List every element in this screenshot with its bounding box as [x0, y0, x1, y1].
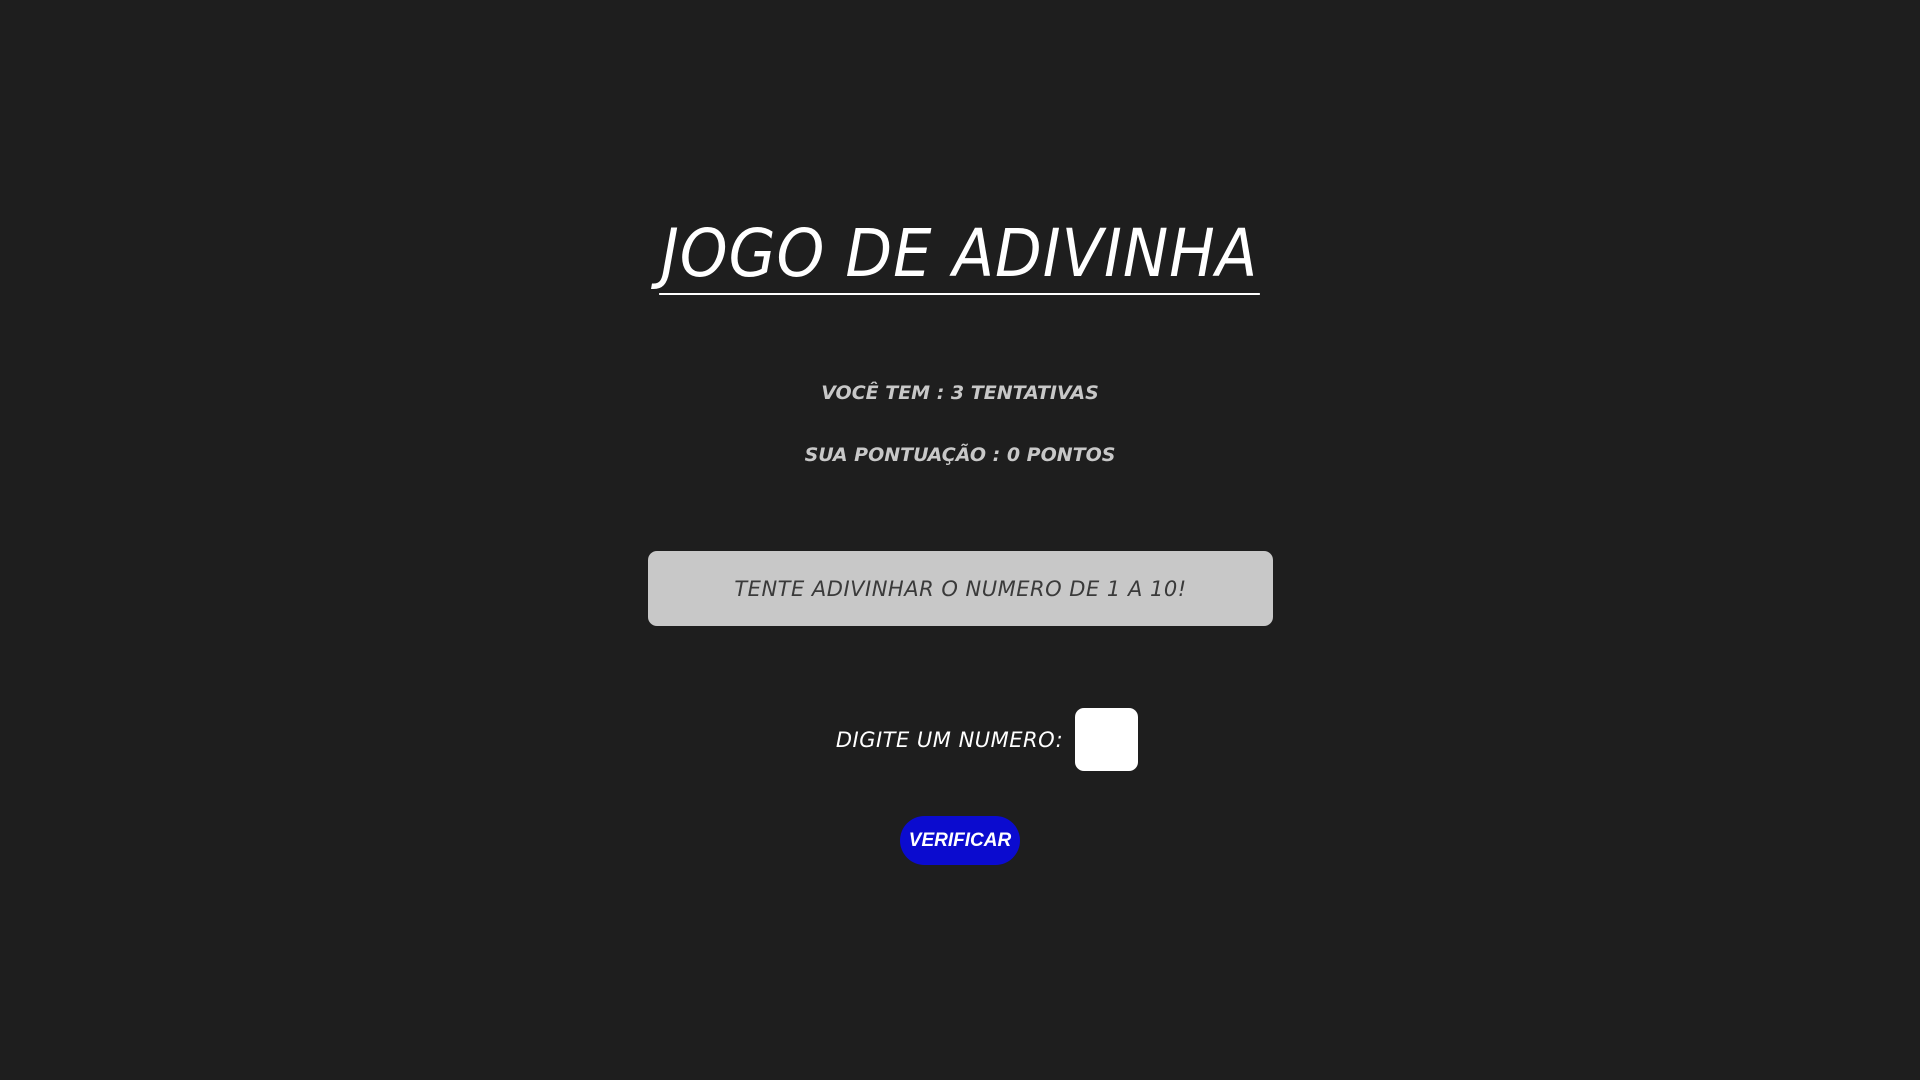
page-title: JOGO DE ADIVINHA [659, 218, 1261, 295]
guess-row: DIGITE UM NUMERO: [0, 708, 1920, 771]
page-title-wrapper: JOGO DE ADIVINHA [0, 218, 1920, 295]
verify-button[interactable]: VERIFICAR [900, 816, 1020, 865]
message-text: TENTE ADIVINHAR O NUMERO DE 1 A 10! [734, 576, 1187, 601]
guess-label: DIGITE UM NUMERO: [835, 727, 1064, 752]
guess-input[interactable] [1075, 708, 1139, 771]
attempts-text: VOCÊ TEM : 3 TENTATIVAS [821, 382, 1099, 404]
score-text: SUA PONTUAÇÃO : 0 PONTOS [804, 444, 1116, 466]
message-box: TENTE ADIVINHAR O NUMERO DE 1 A 10! [648, 551, 1273, 626]
game-page: JOGO DE ADIVINHA VOCÊ TEM : 3 TENTATIVAS… [0, 0, 1920, 1080]
